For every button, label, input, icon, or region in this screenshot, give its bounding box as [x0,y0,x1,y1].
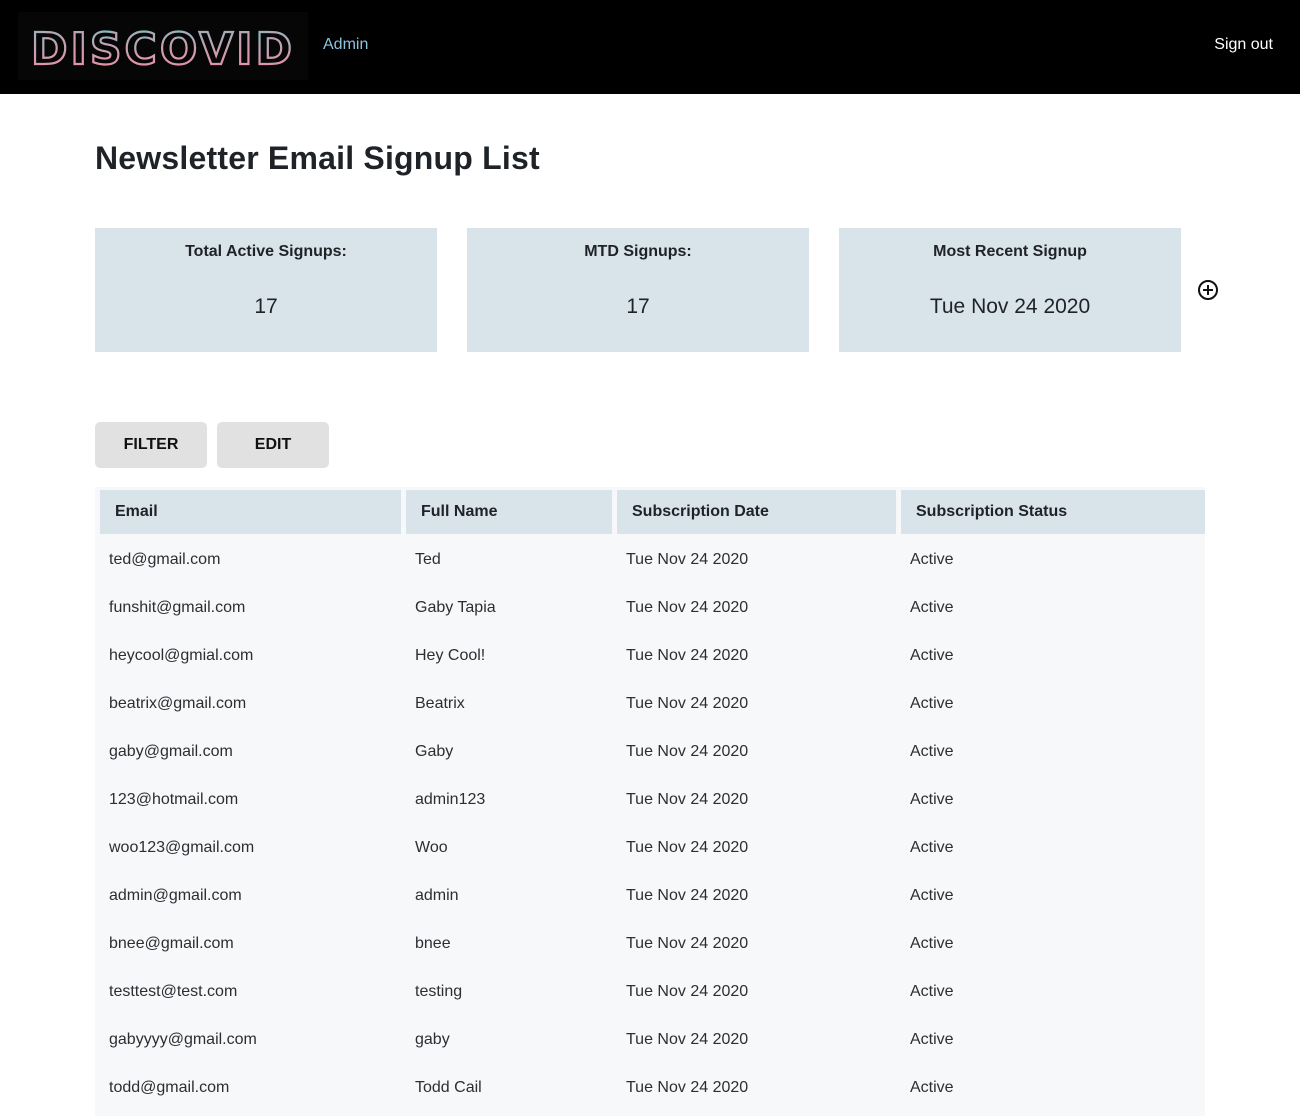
subscription-status-cell: Active [910,886,954,904]
subscription-status-cell: Active [910,598,954,616]
subscription-date-cell: Tue Nov 24 2020 [626,886,749,904]
total-active-signups-label: Total Active Signups: [185,243,347,260]
full-name-cell: Gaby Tapia [415,598,496,616]
subscription-status-cell: Active [910,646,954,664]
subscription-status-cell: Active [910,1030,954,1048]
subscription-date-cell: Tue Nov 24 2020 [626,838,749,856]
email-cell: testtest@test.com [109,982,238,1000]
email-cell: todd@gmail.com [109,1078,230,1096]
svg-text:DISCOVID: DISCOVID [31,24,295,75]
total-active-signups-card: Total Active Signups: 17 [95,228,437,352]
table-row[interactable]: todd@gmail.com Todd Cail Tue Nov 24 2020 Ac… [100,1065,1205,1110]
subscription-date-cell: Tue Nov 24 2020 [626,934,749,952]
table-row[interactable]: woo123@gmail.com Woo Tue Nov 24 2020 Active [100,825,1205,870]
email-cell: gaby@gmail.com [109,742,233,760]
subscription-date-cell: Tue Nov 24 2020 [626,982,749,1000]
full-name-cell: bnee [415,934,451,952]
subscription-status-cell: Active [910,742,954,760]
email-cell: bnee@gmail.com [109,934,234,952]
top-navbar: DISCOVID DISCOVID Admin Sign out [0,0,1300,94]
plus-circle-icon[interactable] [1197,279,1219,301]
sign-out-link[interactable]: Sign out [1214,36,1273,54]
table-row[interactable]: heycool@gmial.com Hey Cool! Tue Nov 24 202… [100,633,1205,678]
email-cell: admin@gmail.com [109,886,242,904]
subscription-date-cell: Tue Nov 24 2020 [626,790,749,808]
subscription-status-cell: Active [910,694,954,712]
table-row[interactable]: 123@hotmail.com admin123 Tue Nov 24 2020 Ac… [100,777,1205,822]
table-row[interactable]: funshit@gmail.com Gaby Tapia Tue Nov 24 20… [100,585,1205,630]
table-row[interactable]: admin@gmail.com admin Tue Nov 24 2020 Activ… [100,873,1205,918]
discovid-logo[interactable]: DISCOVID DISCOVID [18,12,308,80]
mtd-signups-label: MTD Signups: [584,243,692,260]
email-cell: gabyyyy@gmail.com [109,1030,257,1048]
subscription-status-cell: Active [910,934,954,952]
full-name-cell: Woo [415,838,448,856]
column-header-subscription-date[interactable]: Subscription Date [617,490,896,534]
mtd-signups-value: 17 [626,295,650,318]
signup-table: Email Full Name Subscription Date Subscr… [95,487,1205,1113]
full-name-cell: admin [415,886,459,904]
full-name-cell: Beatrix [415,694,465,712]
full-name-cell: gaby [415,1030,450,1048]
subscription-status-cell: Active [910,982,954,1000]
most-recent-signup-value: Tue Nov 24 2020 [929,295,1091,318]
table-row[interactable]: gabyyyy@gmail.com gaby Tue Nov 24 2020 Acti… [100,1017,1205,1062]
subscription-date-cell: Tue Nov 24 2020 [626,550,749,568]
mtd-signups-card: MTD Signups: 17 [467,228,809,352]
subscription-status-cell: Active [910,838,954,856]
column-header-subscription-status[interactable]: Subscription Status [901,490,1205,534]
signup-table-container: Email Full Name Subscription Date Subscr… [95,487,1205,1116]
email-cell: heycool@gmial.com [109,646,254,664]
table-body: ted@gmail.com Ted Tue Nov 24 2020 Active fun… [100,537,1205,1110]
table-header-row: Email Full Name Subscription Date Subscr… [100,490,1205,534]
full-name-cell: Hey Cool! [415,646,486,664]
table-row[interactable]: bnee@gmail.com bnee Tue Nov 24 2020 Active [100,921,1205,966]
subscription-date-cell: Tue Nov 24 2020 [626,598,749,616]
table-row[interactable]: beatrix@gmail.com Beatrix Tue Nov 24 2020 A… [100,681,1205,726]
subscription-date-cell: Tue Nov 24 2020 [626,742,749,760]
filter-button[interactable]: FILTER [95,422,207,468]
page-title: Newsletter Email Signup List [95,140,540,176]
table-row[interactable]: testtest@test.com testing Tue Nov 24 2020 A… [100,969,1205,1014]
column-header-email[interactable]: Email [100,490,401,534]
subscription-date-cell: Tue Nov 24 2020 [626,1030,749,1048]
full-name-cell: Todd Cail [415,1078,482,1096]
full-name-cell: Gaby [415,742,454,760]
admin-link[interactable]: Admin [323,36,368,54]
full-name-cell: admin123 [415,790,486,808]
subscription-date-cell: Tue Nov 24 2020 [626,646,749,664]
subscription-status-cell: Active [910,550,954,568]
total-active-signups-value: 17 [254,295,278,318]
subscription-status-cell: Active [910,790,954,808]
table-row[interactable]: ted@gmail.com Ted Tue Nov 24 2020 Active [100,537,1205,582]
full-name-cell: testing [415,982,463,1000]
full-name-cell: Ted [415,550,441,568]
subscription-date-cell: Tue Nov 24 2020 [626,1078,749,1096]
column-header-full-name[interactable]: Full Name [406,490,612,534]
email-cell: 123@hotmail.com [109,790,239,808]
email-cell: woo123@gmail.com [109,838,255,856]
email-cell: beatrix@gmail.com [109,694,247,712]
most-recent-signup-card: Most Recent Signup Tue Nov 24 2020 [839,228,1181,352]
email-cell: funshit@gmail.com [109,598,246,616]
subscription-status-cell: Active [910,1078,954,1096]
most-recent-signup-label: Most Recent Signup [933,243,1087,260]
email-cell: ted@gmail.com [109,550,221,568]
subscription-date-cell: Tue Nov 24 2020 [626,694,749,712]
edit-button[interactable]: EDIT [217,422,329,468]
table-row[interactable]: gaby@gmail.com Gaby Tue Nov 24 2020 Active [100,729,1205,774]
